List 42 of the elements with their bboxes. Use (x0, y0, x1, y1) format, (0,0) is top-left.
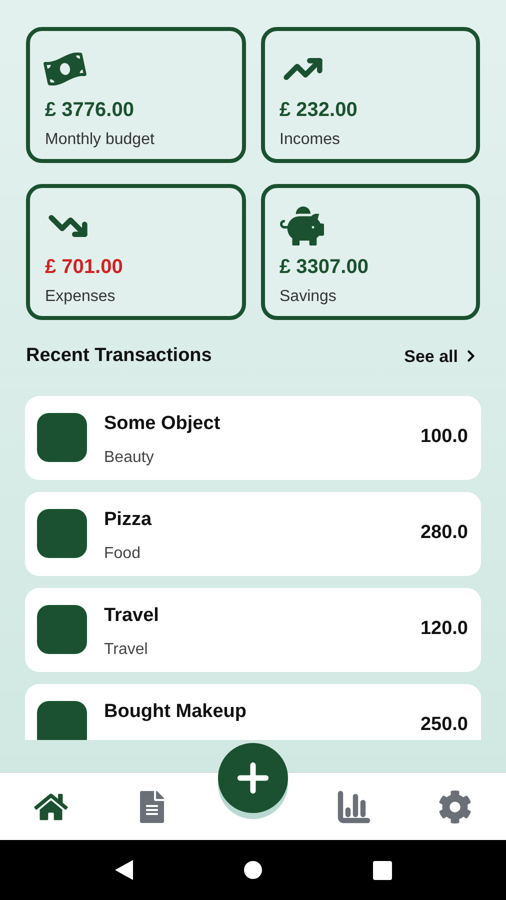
amount: £ 3307.00 (280, 255, 370, 280)
transaction-category: Travel (104, 640, 149, 660)
card-label: Incomes (280, 130, 341, 150)
transaction-category: Beauty (104, 448, 155, 468)
recents-icon[interactable] (372, 860, 392, 880)
amount: £ 701.00 (45, 255, 124, 280)
card-label: Monthly budget (45, 130, 156, 150)
summary-card[interactable]: £ 701.00 Expenses (26, 184, 246, 320)
amount: £ 232.00 (280, 98, 358, 123)
transaction-amount: 120.0 (420, 617, 468, 642)
transaction-amount: 250.0 (420, 713, 468, 738)
category-icon-placeholder (37, 509, 87, 558)
transaction-name: Some Object (104, 412, 222, 436)
category-icon-placeholder (37, 701, 87, 740)
category-icon-placeholder (37, 605, 87, 654)
transaction-name: Bought Makeup (104, 700, 248, 724)
summary-card[interactable]: £ 232.00 Incomes (260, 27, 480, 163)
summary-card[interactable]: £ 3776.00 Monthly budget (26, 27, 246, 163)
transaction-card[interactable]: Some Object Beauty 100.0 (25, 396, 481, 480)
transaction-amount: 280.0 (420, 521, 468, 546)
section-title: Recent Transactions (26, 344, 212, 368)
add-button[interactable] (218, 743, 288, 813)
transaction-card[interactable]: Travel Travel 120.0 (25, 588, 481, 672)
category-icon-placeholder (37, 413, 87, 462)
transaction-amount: 100.0 (420, 425, 468, 450)
transaction-name: Travel (104, 604, 160, 628)
amount: £ 3776.00 (45, 98, 135, 123)
document-icon (139, 790, 166, 822)
piggy-bank-icon (280, 205, 324, 247)
summary-card[interactable]: £ 3307.00 Savings (260, 184, 480, 320)
back-icon[interactable] (114, 860, 132, 880)
card-label: Expenses (45, 287, 116, 307)
see-all-link[interactable]: See all (404, 344, 480, 369)
transaction-name: Pizza (104, 508, 153, 532)
home-icon (34, 792, 68, 822)
settings-icon (438, 790, 472, 824)
home-circle-icon[interactable] (242, 860, 262, 880)
bar-chart-icon (336, 788, 372, 824)
transaction-card[interactable]: Pizza Food 280.0 (25, 492, 481, 576)
transaction-card[interactable]: Bought Makeup 250.0 (25, 684, 481, 740)
card-label: Savings (280, 287, 338, 307)
transaction-category: Food (104, 544, 142, 564)
